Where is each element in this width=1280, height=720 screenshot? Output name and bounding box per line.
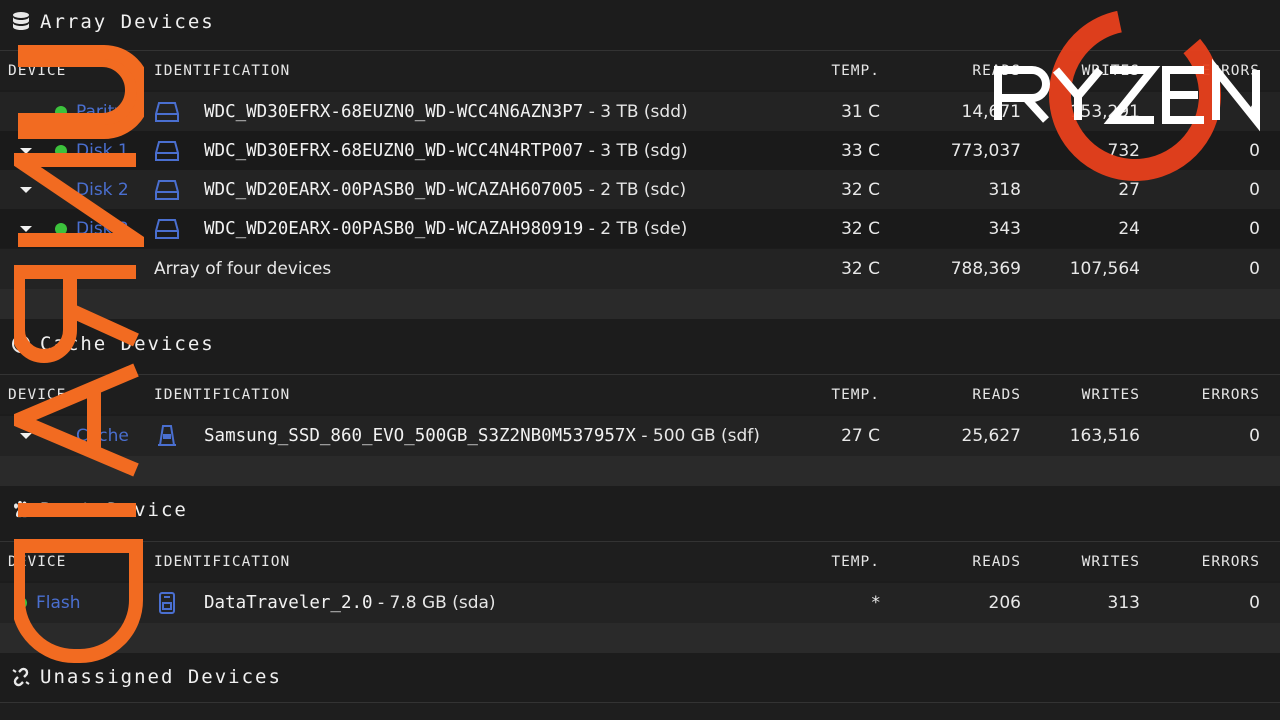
device-writes: 24	[1118, 218, 1140, 239]
cache-devices-title-bar: Cache Devices	[0, 322, 1280, 366]
table-row: Flash DataTraveler_2.0 - 7.8 GB (sda) * …	[0, 583, 1280, 623]
ryzen-logo-watermark	[994, 9, 1260, 181]
table-row: Cache Samsung_SSD_860_EVO_500GB_S3Z2NB0M…	[0, 416, 1280, 456]
col-reads[interactable]: READS	[972, 542, 1021, 581]
col-identification[interactable]: IDENTIFICATION	[154, 542, 290, 581]
section-spacer	[0, 702, 1280, 720]
device-writes: 163,516	[1069, 426, 1140, 446]
device-writes: 313	[1107, 593, 1140, 613]
unraid-logo-watermark	[14, 45, 144, 663]
summary-reads: 788,369	[950, 259, 1021, 279]
device-identification: WDC_WD20EARX-00PASB0_WD-WCAZAH607005 - 2…	[204, 179, 687, 200]
col-errors[interactable]: ERRORS	[1202, 375, 1260, 414]
section-spacer	[0, 623, 1280, 653]
device-reads: 206	[988, 593, 1021, 613]
device-reads: 343	[988, 218, 1021, 239]
col-temp[interactable]: TEMP.	[810, 51, 880, 90]
device-errors: 0	[1249, 426, 1260, 446]
array-summary-row: Array of four devices 32 C 788,369 107,5…	[0, 249, 1280, 289]
database-icon	[10, 11, 32, 33]
col-errors[interactable]: ERRORS	[1202, 542, 1260, 581]
boot-device-title-bar: Boot Device	[0, 488, 1280, 532]
device-identification: WDC_WD30EFRX-68EUZN0_WD-WCC4N6AZN3P7 - 3…	[204, 101, 688, 122]
table-row: Disk 3 WDC_WD20EARX-00PASB0_WD-WCAZAH980…	[0, 209, 1280, 248]
device-temp: 27 C	[841, 426, 880, 446]
device-identification: Samsung_SSD_860_EVO_500GB_S3Z2NB0M537957…	[204, 426, 760, 446]
col-temp[interactable]: TEMP.	[810, 375, 880, 414]
device-identification: WDC_WD30EFRX-68EUZN0_WD-WCC4N4RTP007 - 3…	[204, 140, 688, 161]
device-temp: 31 C	[841, 101, 880, 122]
device-errors: 0	[1249, 593, 1260, 613]
device-temp: 33 C	[841, 140, 880, 161]
usb-flash-icon	[159, 592, 175, 614]
col-writes[interactable]: WRITES	[1082, 375, 1140, 414]
device-temp: 32 C	[841, 179, 880, 200]
device-temp: 32 C	[841, 218, 880, 239]
device-temp: *	[871, 593, 881, 613]
section-spacer	[0, 456, 1280, 486]
device-errors: 0	[1249, 218, 1260, 239]
section-spacer	[0, 289, 1280, 319]
device-identification: DataTraveler_2.0 - 7.8 GB (sda)	[204, 593, 496, 613]
summary-temp: 32 C	[841, 259, 880, 279]
summary-errors: 0	[1249, 259, 1260, 279]
col-temp[interactable]: TEMP.	[810, 542, 880, 581]
hard-disk-icon	[155, 179, 179, 200]
array-devices-title: Array Devices	[40, 11, 215, 33]
boot-table-header: DEVICE IDENTIFICATION TEMP. READS WRITES…	[0, 541, 1280, 581]
cache-table-header: DEVICE IDENTIFICATION TEMP. READS WRITES…	[0, 374, 1280, 414]
device-identification: WDC_WD20EARX-00PASB0_WD-WCAZAH980919 - 2…	[204, 218, 688, 239]
col-identification[interactable]: IDENTIFICATION	[154, 51, 290, 90]
summary-writes: 107,564	[1069, 259, 1140, 279]
col-reads[interactable]: READS	[972, 375, 1021, 414]
device-reads: 25,627	[961, 426, 1021, 446]
unassigned-devices-title-bar: Unassigned Devices	[0, 655, 1280, 699]
hard-disk-icon	[155, 101, 179, 122]
hard-disk-icon	[155, 140, 179, 161]
summary-label: Array of four devices	[154, 259, 332, 279]
hard-disk-icon	[155, 218, 179, 239]
col-identification[interactable]: IDENTIFICATION	[154, 375, 290, 414]
col-writes[interactable]: WRITES	[1082, 542, 1140, 581]
ssd-icon	[158, 425, 176, 446]
